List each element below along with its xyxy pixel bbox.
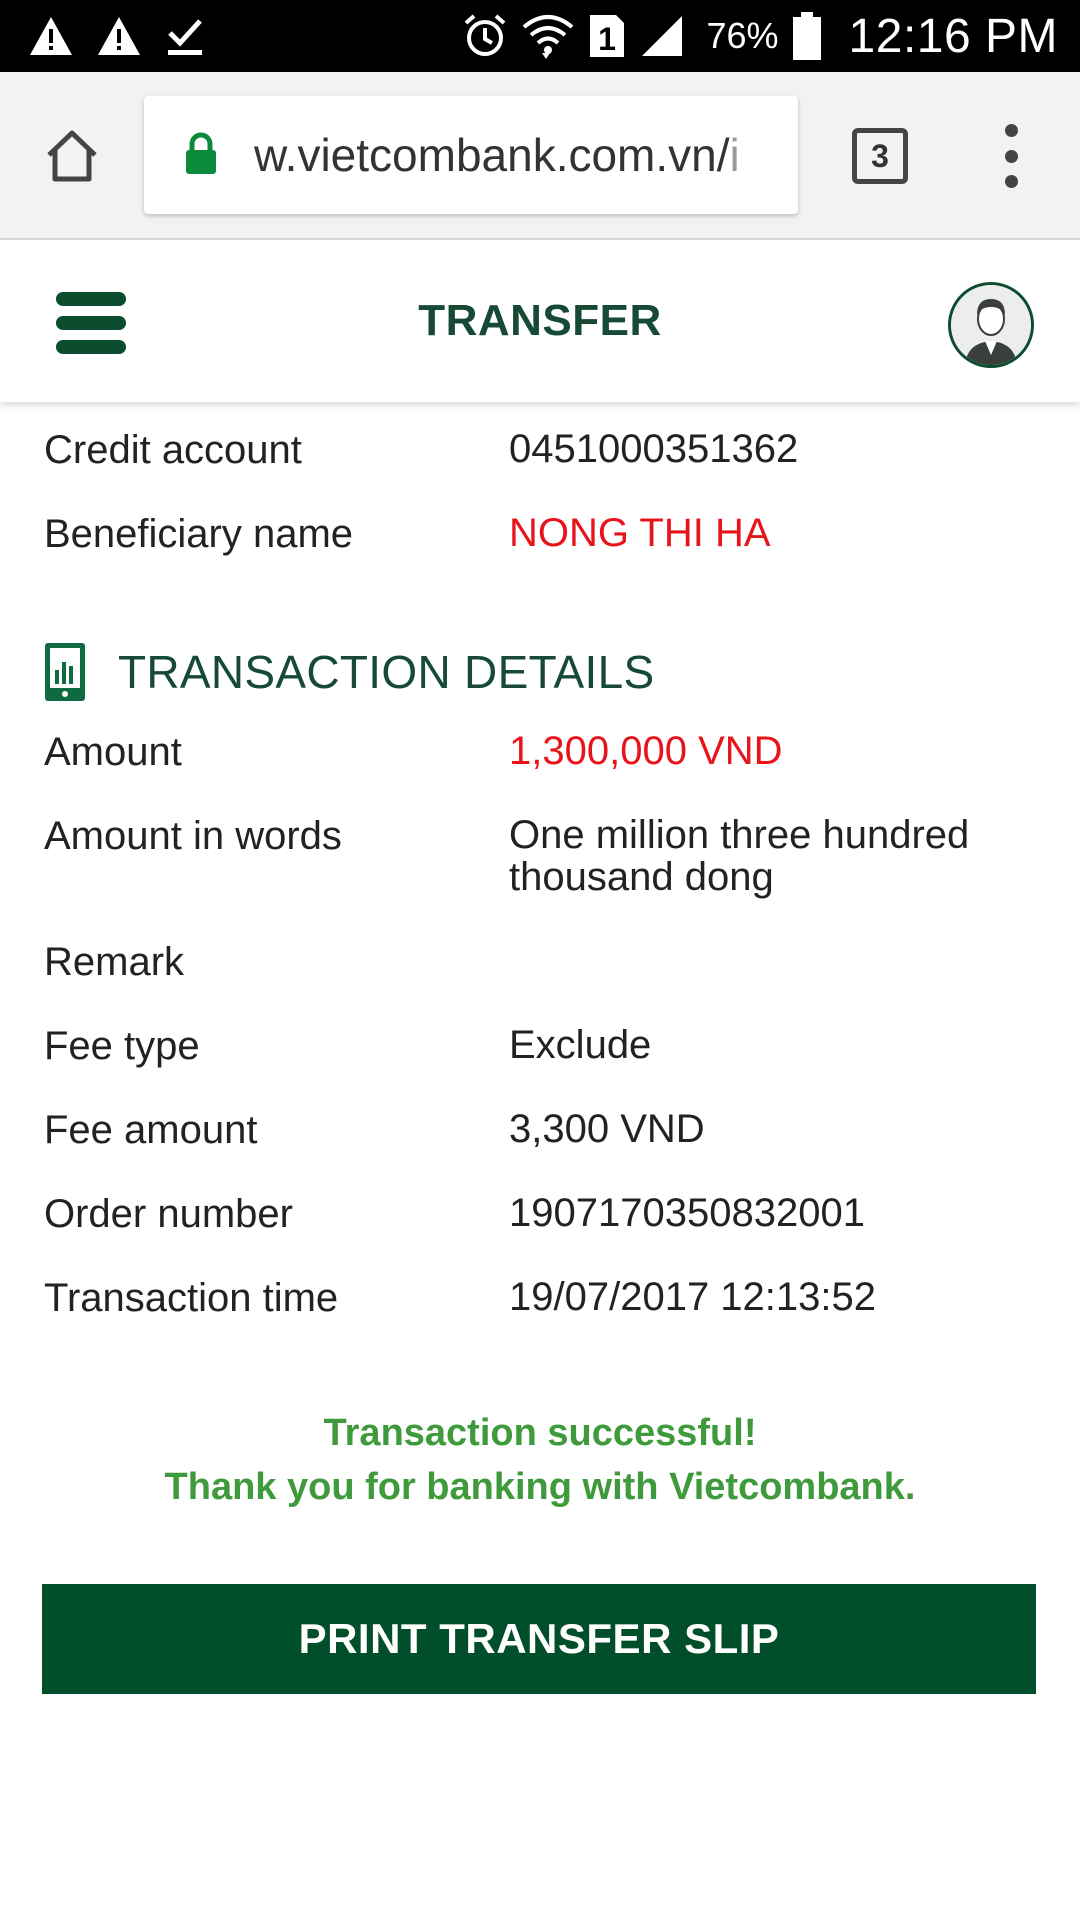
credit-account-label: Credit account bbox=[44, 428, 302, 472]
clock: 12:16 PM bbox=[848, 9, 1058, 63]
download-done-icon bbox=[164, 15, 206, 57]
app-header: TRANSFER bbox=[0, 242, 1080, 402]
lock-icon bbox=[186, 132, 216, 174]
order-number-label: Order number bbox=[44, 1192, 293, 1236]
beneficiary-name-value: NONG THI HA bbox=[509, 511, 771, 555]
address-bar[interactable]: w.vietcombank.com.vn/i bbox=[144, 96, 798, 214]
sim-icon: 1 bbox=[588, 13, 626, 59]
tab-switcher-button[interactable]: 3 bbox=[852, 128, 908, 184]
wifi-icon bbox=[522, 13, 574, 59]
home-icon bbox=[47, 130, 97, 182]
order-number-value: 1907170350832001 bbox=[509, 1191, 865, 1235]
print-transfer-slip-button[interactable]: PRINT TRANSFER SLIP bbox=[42, 1584, 1036, 1694]
warning-icon bbox=[96, 15, 142, 57]
avatar[interactable] bbox=[948, 282, 1034, 368]
home-button[interactable] bbox=[40, 124, 104, 188]
fee-amount-label: Fee amount bbox=[44, 1108, 258, 1152]
amount-value: 1,300,000 VND bbox=[509, 729, 783, 773]
url-faded: i bbox=[729, 129, 740, 181]
remark-label: Remark bbox=[44, 940, 185, 984]
alarm-icon bbox=[462, 13, 508, 59]
credit-account-value: 0451000351362 bbox=[509, 427, 799, 471]
user-icon bbox=[951, 285, 1031, 365]
url-text[interactable]: w.vietcombank.com.vn/i bbox=[254, 96, 776, 214]
status-bar: 1 76% 12:16 PM bbox=[0, 0, 1080, 72]
svg-text:1: 1 bbox=[599, 21, 617, 57]
menu-dot bbox=[1004, 175, 1018, 188]
browser-menu-button[interactable] bbox=[996, 124, 1026, 188]
transaction-time-label: Transaction time bbox=[44, 1276, 339, 1320]
menu-dot bbox=[1004, 149, 1018, 163]
transaction-time-value: 19/07/2017 12:13:52 bbox=[509, 1275, 877, 1319]
signal-icon bbox=[640, 14, 686, 58]
amount-in-words-value: One million three hundred thousand dong bbox=[509, 813, 970, 899]
amount-in-words-label: Amount in words bbox=[44, 814, 342, 858]
menu-dot bbox=[1004, 124, 1018, 137]
fee-type-value: Exclude bbox=[509, 1023, 652, 1067]
amount-label: Amount bbox=[44, 730, 182, 774]
battery-percent: 76% bbox=[706, 15, 779, 56]
receipt-chart-icon bbox=[45, 643, 85, 701]
browser-toolbar: w.vietcombank.com.vn/i 3 bbox=[0, 72, 1080, 240]
fee-amount-value: 3,300 VND bbox=[509, 1107, 705, 1151]
battery-icon bbox=[792, 12, 821, 60]
thank-you-message: Thank you for banking with Vietcombank. bbox=[164, 1466, 916, 1508]
success-message: Transaction successful! bbox=[323, 1412, 757, 1454]
url-main: w.vietcombank.com.vn/ bbox=[254, 129, 730, 181]
fee-type-label: Fee type bbox=[44, 1024, 200, 1068]
warning-icon bbox=[28, 15, 74, 57]
page-title: TRANSFER bbox=[418, 296, 662, 345]
beneficiary-name-label: Beneficiary name bbox=[44, 512, 354, 556]
transaction-details-header: TRANSACTION DETAILS bbox=[44, 640, 654, 704]
section-title: TRANSACTION DETAILS bbox=[118, 646, 655, 698]
